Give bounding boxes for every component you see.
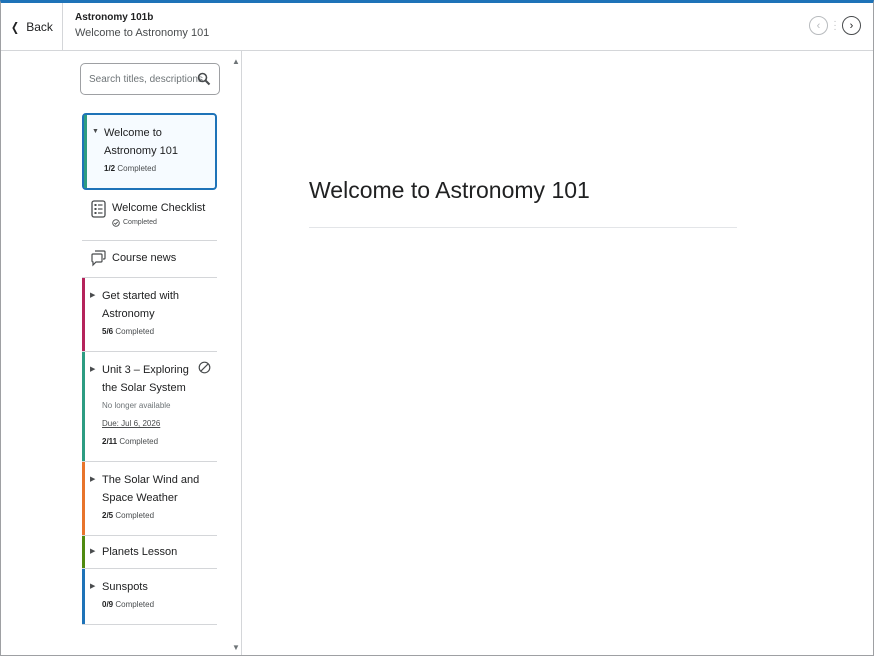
toc-unit-sunspots[interactable]: ▶ Sunspots 0/9 Completed: [82, 569, 217, 625]
page-title: Welcome to Astronomy 101: [75, 27, 210, 39]
chevron-right-icon: ›: [849, 19, 854, 32]
progress-count: 1/2: [104, 164, 116, 173]
toc-item-course-news[interactable]: Course news: [82, 241, 217, 278]
unit-color-bar: [82, 352, 85, 461]
unit-color-bar: [82, 278, 85, 351]
unit-title: Sunspots: [102, 581, 148, 593]
availability-note: No longer available: [102, 401, 171, 410]
back-button[interactable]: ❮ Back: [1, 3, 63, 51]
unit-progress: 2/11 Completed: [102, 433, 211, 451]
unit-title: The Solar Wind and Space Weather: [102, 474, 200, 504]
progress-count: 5/6: [102, 327, 114, 336]
item-status-label: Completed: [123, 219, 157, 226]
toc-unit-solar-wind[interactable]: ▶ The Solar Wind and Space Weather 2/5 C…: [82, 462, 217, 536]
table-of-contents-panel: ▲ Search titles, descriptions ▼ Welcome …: [1, 51, 242, 655]
item-title: Course news: [112, 252, 177, 264]
check-circle-icon: [112, 219, 120, 227]
checklist-icon: [91, 200, 106, 218]
toc-unit-welcome[interactable]: ▼ Welcome to Astronomy 101 1/2 Completed: [82, 113, 217, 190]
discussion-icon: [91, 250, 106, 267]
unit-color-bar: [82, 536, 85, 568]
progress-status: Completed: [115, 511, 155, 520]
progress-count: 2/11: [102, 437, 118, 446]
caret-right-icon[interactable]: ▶: [90, 547, 95, 555]
toc-list: ▼ Welcome to Astronomy 101 1/2 Completed…: [82, 113, 217, 625]
progress-status: Completed: [117, 164, 157, 173]
content-area: Welcome to Astronomy 101: [243, 51, 873, 655]
header-bar: ❮ Back Astronomy 101b Welcome to Astrono…: [1, 3, 873, 51]
unit-progress: 5/6 Completed: [102, 323, 211, 341]
unit-progress: 0/9 Completed: [102, 596, 211, 614]
unit-title: Get started with Astronomy: [102, 290, 180, 320]
progress-count: 2/5: [102, 511, 114, 520]
previous-page-button[interactable]: ‹: [809, 16, 828, 35]
unit-progress: 1/2 Completed: [104, 160, 209, 178]
item-title: Welcome Checklist: [112, 202, 206, 214]
page-navigation: ‹ · · · ›: [809, 16, 861, 35]
caret-right-icon[interactable]: ▶: [90, 291, 95, 299]
progress-count: 0/9: [102, 600, 114, 609]
toc-item-welcome-checklist[interactable]: Welcome Checklist Completed: [82, 190, 217, 241]
search-icon[interactable]: [197, 72, 211, 86]
course-title[interactable]: Astronomy 101b: [75, 12, 209, 24]
next-page-button[interactable]: ›: [842, 16, 861, 35]
chevron-left-icon: ‹: [816, 19, 821, 32]
unit-title: Planets Lesson: [102, 546, 178, 558]
toc-unit-planets-lesson[interactable]: ▶ Planets Lesson: [82, 536, 217, 569]
progress-status: Completed: [115, 327, 155, 336]
unit-progress: 2/5 Completed: [102, 507, 211, 525]
progress-status: Completed: [115, 600, 155, 609]
scroll-up-arrow-icon[interactable]: ▲: [232, 57, 240, 66]
toc-unit-get-started[interactable]: ▶ Get started with Astronomy 5/6 Complet…: [82, 278, 217, 352]
unit-color-bar: [84, 115, 87, 188]
progress-status: Completed: [119, 437, 159, 446]
unit-color-bar: [82, 569, 85, 624]
unit-title: Unit 3 – Exploring the Solar System: [102, 364, 189, 394]
heading-divider: [309, 227, 737, 228]
due-date: Due: Jul 6, 2026: [102, 419, 161, 428]
unit-title: Welcome to Astronomy 101: [104, 127, 178, 157]
caret-right-icon[interactable]: ▶: [90, 475, 95, 483]
scroll-down-arrow-icon[interactable]: ▼: [232, 643, 240, 652]
caret-down-icon[interactable]: ▼: [92, 128, 99, 135]
divider-dots: · · ·: [833, 15, 837, 35]
unit-color-bar: [82, 462, 85, 535]
content-heading: Welcome to Astronomy 101: [309, 177, 590, 203]
chevron-left-icon: ❮: [11, 20, 20, 34]
item-status: Completed: [112, 216, 211, 230]
toc-unit-exploring-solar-system[interactable]: ▶ Unit 3 – Exploring the Solar System No…: [82, 352, 217, 462]
back-label: Back: [26, 20, 53, 34]
caret-right-icon[interactable]: ▶: [90, 365, 95, 373]
caret-right-icon[interactable]: ▶: [90, 582, 95, 590]
search-input[interactable]: Search titles, descriptions: [80, 63, 220, 95]
app-frame: ❮ Back Astronomy 101b Welcome to Astrono…: [0, 0, 874, 656]
unavailable-icon: [198, 361, 211, 374]
breadcrumb: Astronomy 101b Welcome to Astronomy 101: [75, 12, 209, 40]
